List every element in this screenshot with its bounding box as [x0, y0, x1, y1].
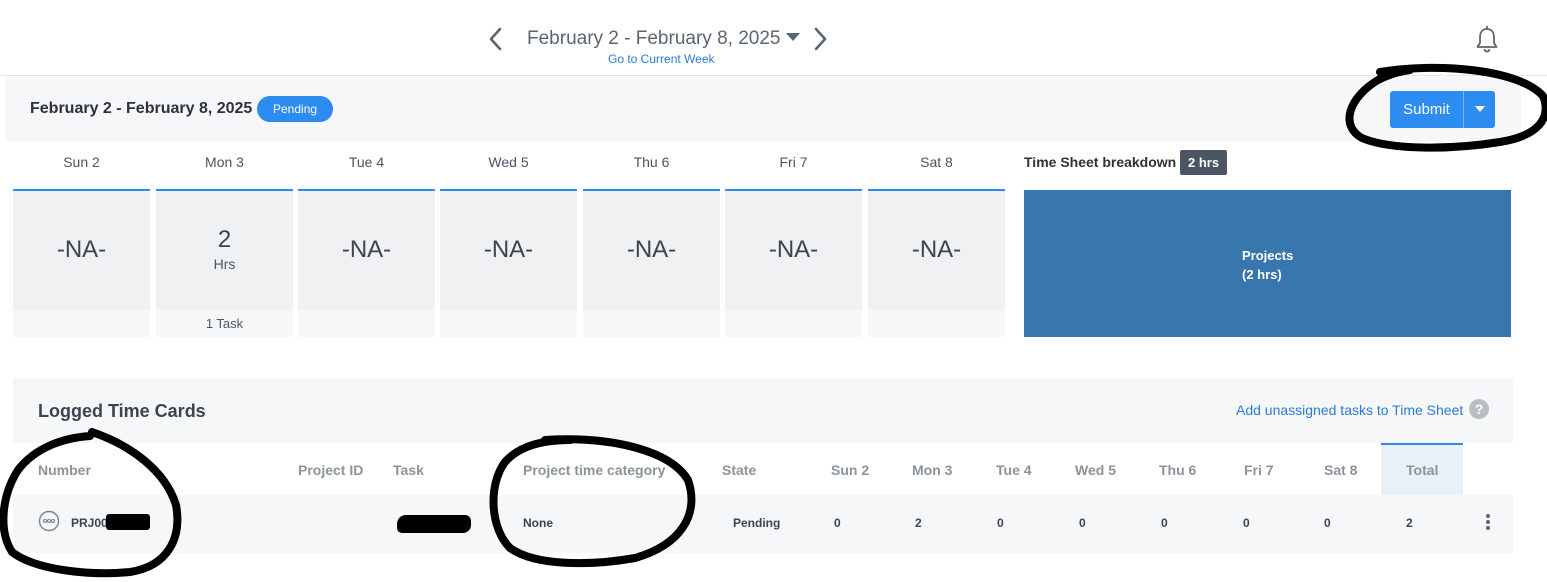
- day-label: Wed 5: [488, 154, 529, 170]
- row-total: 2: [1406, 516, 1413, 530]
- day-card[interactable]: -NA-: [298, 189, 435, 310]
- column-header-sat[interactable]: Sat 8: [1324, 462, 1357, 478]
- day-label: Thu 6: [633, 154, 670, 170]
- redaction-mark: [106, 514, 150, 530]
- caret-down-icon: [786, 33, 801, 41]
- column-header-tue[interactable]: Tue 4: [996, 462, 1032, 478]
- row-hours-mon[interactable]: 2: [915, 516, 922, 530]
- column-header-thu[interactable]: Thu 6: [1159, 462, 1196, 478]
- day-task-count: 1 Task: [156, 310, 293, 337]
- day-footer: [868, 310, 1005, 337]
- column-header-project-time-category[interactable]: Project time category: [523, 462, 665, 478]
- day-footer: [440, 310, 577, 337]
- row-hours-sat[interactable]: 0: [1324, 516, 1331, 530]
- row-menu-kebab-icon[interactable]: [1484, 514, 1492, 532]
- day-hours-unit: Hrs: [213, 256, 236, 272]
- breakdown-projects-segment[interactable]: Projects (2 hrs): [1024, 190, 1511, 337]
- column-header-state[interactable]: State: [722, 462, 756, 478]
- day-footer: [583, 310, 720, 337]
- section-title: Logged Time Cards: [38, 401, 206, 421]
- day-card[interactable]: -NA-: [583, 189, 720, 310]
- redaction-mark: [397, 515, 471, 533]
- day-value: -NA-: [768, 236, 819, 263]
- column-header-mon[interactable]: Mon 3: [912, 462, 952, 478]
- day-column-tue: Tue 4 -NA-: [298, 148, 435, 337]
- column-header-wed[interactable]: Wed 5: [1075, 462, 1116, 478]
- logged-time-cards-header: Logged Time Cards Add unassigned tasks t…: [13, 378, 1513, 443]
- row-project-time-category: None: [523, 516, 553, 530]
- submit-options-caret-icon[interactable]: [1463, 91, 1495, 128]
- day-label: Fri 7: [779, 154, 808, 170]
- add-unassigned-tasks-link[interactable]: Add unassigned tasks to Time Sheet: [1236, 402, 1463, 418]
- day-footer: [13, 310, 150, 337]
- row-hours-thu[interactable]: 0: [1161, 516, 1168, 530]
- more-options-circle-icon[interactable]: [38, 510, 60, 532]
- day-label: Tue 4: [348, 154, 385, 170]
- row-hours-sun[interactable]: 0: [834, 516, 841, 530]
- day-label: Sat 8: [920, 154, 953, 170]
- column-header-number[interactable]: Number: [38, 462, 91, 478]
- day-footer: [298, 310, 435, 337]
- day-column-sat: Sat 8 -NA-: [868, 148, 1005, 337]
- day-column-fri: Fri 7 -NA-: [725, 148, 862, 337]
- breakdown-total-badge: 2 hrs: [1180, 150, 1228, 175]
- column-header-project-id[interactable]: Project ID: [298, 462, 363, 478]
- chevron-left-icon[interactable]: [481, 22, 511, 56]
- day-card[interactable]: 2 Hrs: [156, 189, 293, 310]
- submit-button[interactable]: Submit: [1390, 91, 1463, 128]
- breakdown-title: Time Sheet breakdown: [1024, 154, 1177, 170]
- day-column-mon: Mon 3 2 Hrs 1 Task: [156, 148, 293, 337]
- day-card[interactable]: -NA-: [440, 189, 577, 310]
- row-hours-tue[interactable]: 0: [997, 516, 1004, 530]
- day-value: -NA-: [56, 236, 107, 263]
- day-column-thu: Thu 6 -NA-: [583, 148, 720, 337]
- column-header-fri[interactable]: Fri 7: [1244, 462, 1274, 478]
- timesheet-range: February 2 - February 8, 2025: [30, 100, 253, 117]
- timesheet-header: February 2 - February 8, 2025 Pending Su…: [5, 77, 1521, 141]
- week-range-dropdown[interactable]: February 2 - February 8, 2025: [527, 28, 801, 50]
- column-header-sun[interactable]: Sun 2: [831, 462, 869, 478]
- day-card[interactable]: -NA-: [725, 189, 862, 310]
- day-label: Sun 2: [63, 154, 100, 170]
- day-value: -NA-: [483, 236, 534, 263]
- help-icon[interactable]: ?: [1469, 399, 1489, 419]
- row-state: Pending: [733, 516, 781, 530]
- day-column-wed: Wed 5 -NA-: [440, 148, 577, 337]
- column-header-task[interactable]: Task: [393, 462, 424, 478]
- day-hours: 2: [217, 226, 232, 253]
- day-value: -NA-: [341, 236, 392, 263]
- row-hours-fri[interactable]: 0: [1243, 516, 1250, 530]
- day-footer: [725, 310, 862, 337]
- status-badge: Pending: [257, 96, 334, 122]
- row-hours-wed[interactable]: 0: [1079, 516, 1086, 530]
- submit-button-group: Submit: [1390, 91, 1495, 128]
- breakdown-segment-name: Projects: [1242, 248, 1294, 263]
- breakdown-segment-hours: (2 hrs): [1242, 267, 1282, 282]
- chevron-right-icon[interactable]: [805, 22, 835, 56]
- day-column-sun: Sun 2 -NA-: [13, 148, 150, 337]
- week-range-label: February 2 - February 8, 2025: [527, 28, 781, 49]
- day-card[interactable]: -NA-: [868, 189, 1005, 310]
- row-number-link[interactable]: PRJ00: [71, 516, 108, 530]
- day-label: Mon 3: [205, 154, 244, 170]
- column-header-total[interactable]: Total: [1406, 462, 1438, 478]
- day-value: -NA-: [911, 236, 962, 263]
- bell-icon[interactable]: [1472, 24, 1502, 56]
- week-navigation: February 2 - February 8, 2025 Go to Curr…: [0, 0, 1547, 76]
- day-value: -NA-: [626, 236, 677, 263]
- day-card[interactable]: -NA-: [13, 189, 150, 310]
- go-to-current-week-link[interactable]: Go to Current Week: [608, 52, 715, 66]
